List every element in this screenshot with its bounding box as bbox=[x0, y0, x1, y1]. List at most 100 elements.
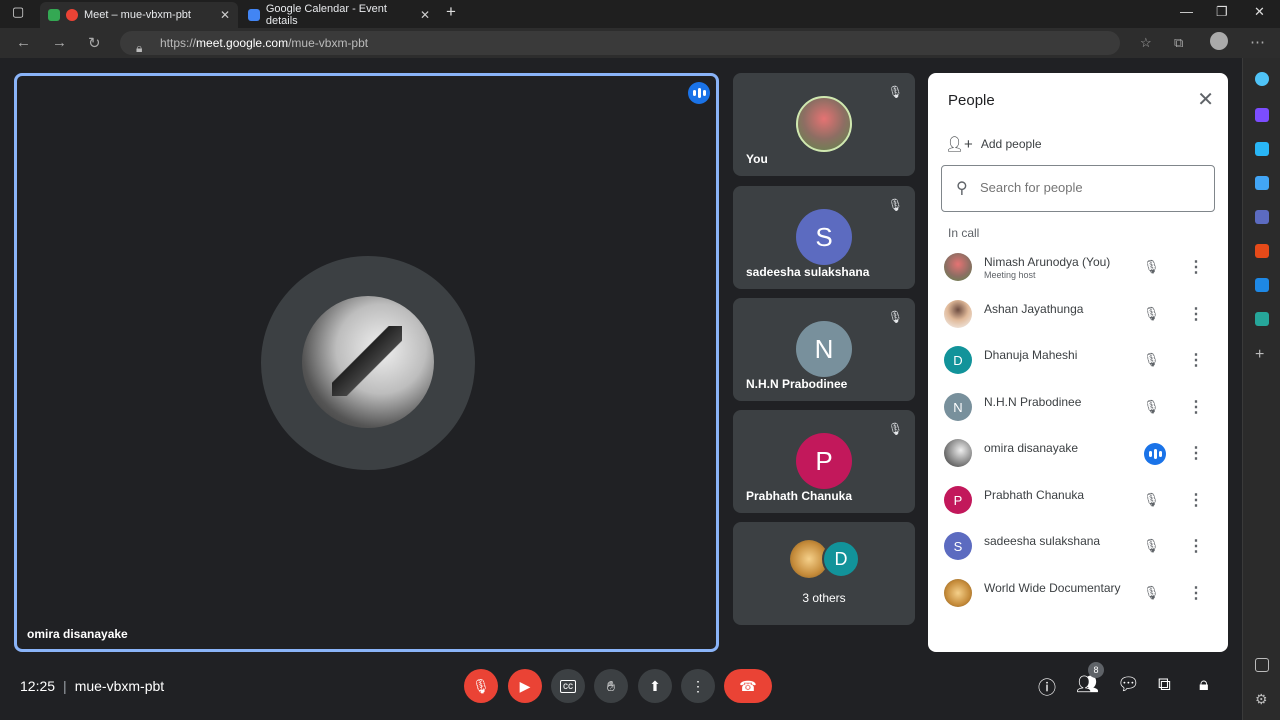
mic-off-icon: 🎙︎ bbox=[887, 85, 903, 99]
outlook-icon[interactable] bbox=[1255, 278, 1269, 292]
participant-row[interactable]: omira disanayake ⋮ bbox=[928, 431, 1228, 477]
others-tile[interactable]: D 3 others bbox=[733, 522, 915, 625]
collections-icon[interactable]: ☆ bbox=[1140, 35, 1152, 51]
raise-hand-button[interactable]: ✋︎ bbox=[594, 669, 628, 703]
search-box[interactable]: ⚲ bbox=[941, 165, 1215, 212]
activities-icon[interactable]: ⧉ bbox=[1158, 674, 1171, 695]
mic-off-icon[interactable]: 🎙︎ bbox=[1143, 492, 1160, 508]
more-options-button[interactable]: ⋮ bbox=[681, 669, 715, 703]
participant-tile[interactable]: 🎙︎ N N.H.N Prabodinee bbox=[733, 298, 915, 401]
avatar: N bbox=[944, 393, 972, 421]
more-options-icon[interactable]: ⋮ bbox=[1188, 583, 1204, 603]
participant-row[interactable]: World Wide Documentary 🎙︎ ⋮ bbox=[928, 571, 1228, 617]
participant-tile[interactable]: 🎙︎ S sadeesha sulakshana bbox=[733, 186, 915, 289]
present-icon: ⬆︎ bbox=[649, 677, 661, 694]
participant-name: omira disanayake bbox=[984, 441, 1079, 455]
url-path: /mue-vbxm-pbt bbox=[288, 36, 369, 50]
drop-icon[interactable] bbox=[1255, 312, 1269, 326]
more-options-icon[interactable]: ⋮ bbox=[1188, 304, 1204, 324]
search-icon[interactable] bbox=[1255, 72, 1269, 86]
avatar: P bbox=[796, 433, 852, 489]
avatar bbox=[302, 296, 434, 428]
more-options-icon[interactable]: ⋮ bbox=[1188, 350, 1204, 370]
copilot-icon[interactable] bbox=[1255, 108, 1269, 122]
lock-icon: 🔒︎ bbox=[136, 41, 143, 55]
chat-icon[interactable]: 💬︎ bbox=[1117, 674, 1140, 695]
participant-row[interactable]: S sadeesha sulakshana 🎙︎ ⋮ bbox=[928, 524, 1228, 570]
maximize-icon[interactable]: ❐ bbox=[1216, 4, 1228, 20]
camera-toggle-button[interactable]: ▶︎ bbox=[508, 669, 542, 703]
close-tab-icon[interactable]: ✕ bbox=[220, 8, 230, 22]
gear-icon[interactable]: ⚙ bbox=[1255, 692, 1269, 706]
mic-off-icon: 🎙︎ bbox=[887, 310, 903, 324]
participant-tile-you[interactable]: 🎙︎ You bbox=[733, 73, 915, 176]
present-button[interactable]: ⬆︎ bbox=[638, 669, 672, 703]
mic-off-icon[interactable]: 🎙︎ bbox=[1143, 538, 1160, 554]
more-vert-icon: ⋮ bbox=[691, 677, 705, 694]
section-label: In call bbox=[948, 226, 980, 240]
participant-row[interactable]: P Prabhath Chanuka 🎙︎ ⋮ bbox=[928, 478, 1228, 524]
new-tab-icon[interactable]: + bbox=[446, 2, 456, 22]
extensions-icon[interactable]: ⧉ bbox=[1174, 35, 1183, 51]
calendar-favicon-icon bbox=[248, 9, 260, 21]
add-icon[interactable]: + bbox=[1255, 347, 1269, 363]
close-tab-icon[interactable]: ✕ bbox=[420, 8, 430, 22]
tab-calendar[interactable]: Google Calendar - Event details ✕ bbox=[240, 2, 438, 28]
close-icon[interactable]: ✕ bbox=[1197, 87, 1214, 112]
people-count-badge: 8 bbox=[1088, 662, 1104, 678]
search-input[interactable] bbox=[980, 180, 1200, 195]
others-label: 3 others bbox=[802, 591, 846, 605]
more-options-icon[interactable]: ⋮ bbox=[1188, 443, 1204, 463]
participant-row[interactable]: D Dhanuja Maheshi 🎙︎ ⋮ bbox=[928, 338, 1228, 384]
more-options-icon[interactable]: ⋮ bbox=[1188, 257, 1204, 277]
tools-icon[interactable] bbox=[1255, 176, 1269, 190]
captions-button[interactable]: cc bbox=[551, 669, 585, 703]
more-options-icon[interactable]: ⋮ bbox=[1188, 490, 1204, 510]
office-icon[interactable] bbox=[1255, 244, 1269, 258]
participant-row[interactable]: Ashan Jayathunga 🎙︎ ⋮ bbox=[928, 292, 1228, 338]
info-icon[interactable]: ⓘ bbox=[1038, 674, 1056, 700]
mic-off-icon[interactable]: 🎙︎ bbox=[1143, 399, 1160, 415]
avatar bbox=[944, 253, 972, 281]
more-options-icon[interactable]: ⋮ bbox=[1188, 536, 1204, 556]
back-icon[interactable]: ← bbox=[16, 34, 31, 51]
close-window-icon[interactable]: ✕ bbox=[1254, 4, 1265, 20]
participant-tile[interactable]: 🎙︎ P Prabhath Chanuka bbox=[733, 410, 915, 513]
games-icon[interactable] bbox=[1255, 210, 1269, 224]
people-panel: People ✕ 👤︎+ Add people ⚲ In call Nimash… bbox=[928, 73, 1228, 652]
camera-off-icon: ▶︎ bbox=[519, 677, 531, 694]
main-video-tile[interactable]: omira disanayake bbox=[14, 73, 719, 652]
speaking-indicator-icon bbox=[1144, 443, 1166, 465]
hide-sidebar-icon[interactable] bbox=[1255, 658, 1269, 672]
avatar bbox=[944, 300, 972, 328]
tab-actions-icon[interactable]: ▢ bbox=[12, 4, 24, 20]
participant-row[interactable]: N N.H.N Prabodinee 🎙︎ ⋮ bbox=[928, 385, 1228, 431]
participant-name: sadeesha sulakshana bbox=[746, 265, 870, 279]
host-controls-icon[interactable]: 🔒︎ bbox=[1199, 674, 1209, 695]
mic-off-icon[interactable]: 🎙︎ bbox=[1143, 259, 1160, 275]
shopping-icon[interactable] bbox=[1255, 142, 1269, 156]
more-options-icon[interactable]: ⋮ bbox=[1188, 397, 1204, 417]
minimize-icon[interactable]: — bbox=[1180, 4, 1193, 19]
forward-icon[interactable]: → bbox=[52, 34, 67, 51]
url-prefix: https:// bbox=[160, 36, 197, 50]
participant-name: Prabhath Chanuka bbox=[984, 488, 1085, 502]
mic-off-icon: 🎙︎ bbox=[887, 198, 903, 212]
participant-name: sadeesha sulakshana bbox=[984, 534, 1101, 548]
url-field[interactable]: 🔒︎ https://meet.google.com/mue-vbxm-pbt bbox=[120, 31, 1120, 55]
avatar: N bbox=[796, 321, 852, 377]
meet-favicon-icon bbox=[48, 9, 60, 21]
mic-off-icon[interactable]: 🎙︎ bbox=[1143, 306, 1160, 322]
participant-row[interactable]: Nimash Arunodya (You) Meeting host 🎙︎ ⋮ bbox=[928, 245, 1228, 291]
avatar: D bbox=[944, 346, 972, 374]
mic-off-icon[interactable]: 🎙︎ bbox=[1143, 352, 1160, 368]
reload-icon[interactable]: ↻ bbox=[88, 34, 101, 52]
profile-avatar[interactable] bbox=[1210, 32, 1228, 50]
leave-call-button[interactable]: ☎︎ bbox=[724, 669, 772, 703]
settings-menu-icon[interactable]: ⋯ bbox=[1250, 33, 1265, 51]
add-people-button[interactable]: 👤︎+ Add people bbox=[945, 135, 1042, 153]
tab-meet[interactable]: Meet – mue-vbxm-pbt ✕ bbox=[40, 2, 238, 28]
mic-toggle-button[interactable]: 🎙︎ bbox=[464, 669, 498, 703]
mic-off-icon[interactable]: 🎙︎ bbox=[1143, 585, 1160, 601]
tab-title: Google Calendar - Event details bbox=[265, 3, 387, 27]
